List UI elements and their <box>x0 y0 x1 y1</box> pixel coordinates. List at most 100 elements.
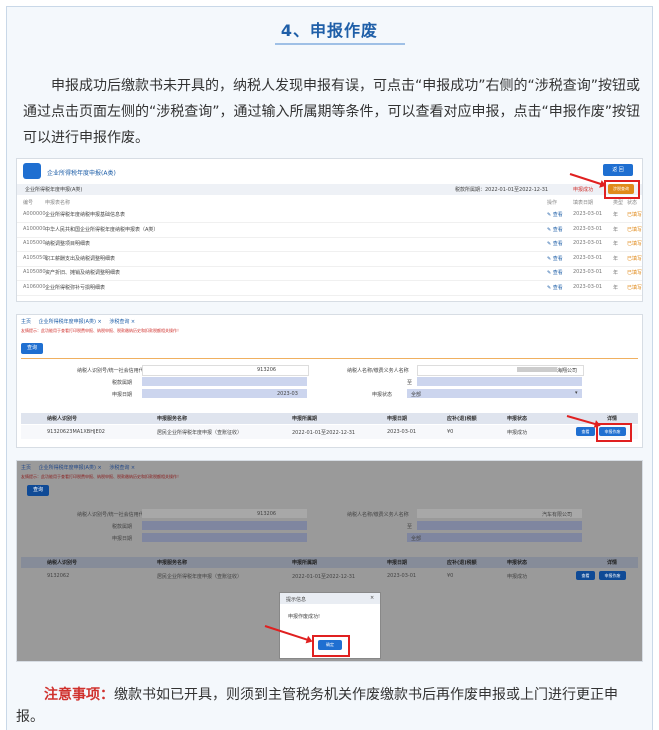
name-value: 海翔公司 <box>557 368 578 374</box>
row-name: 中华人民共和国企业所得税年度纳税申报表（A类） <box>45 226 159 233</box>
briefcase-icon <box>23 163 41 179</box>
view-link[interactable]: ✎ 查看 <box>547 255 563 262</box>
column-header: 详情 <box>607 560 618 566</box>
note-label: 注意事项： <box>44 687 114 703</box>
view-link[interactable]: ✎ 查看 <box>547 226 563 233</box>
period-end-input[interactable] <box>417 521 582 530</box>
query-button[interactable]: 查询 <box>27 485 49 496</box>
state-select[interactable] <box>407 533 582 542</box>
row-state: 已填写 <box>627 255 643 262</box>
subtitle-bar <box>17 184 642 195</box>
row-state: 已填写 <box>627 212 643 218</box>
taxid-label: 纳税人识别号/统一社会信用代码 <box>77 512 149 518</box>
void-declaration-button[interactable]: 申报作废 <box>599 571 626 580</box>
column-header: 详情 <box>607 416 618 422</box>
state-select[interactable] <box>407 389 582 398</box>
screenshot-tax-query: 主页 企业所得税年度申报(A类) × 涉税查询 × 友情提示：此功能用于查看打印… <box>16 314 643 448</box>
state-value: 全部 <box>411 392 422 398</box>
view-link[interactable]: ✎ 查看 <box>547 269 563 276</box>
column-header: 应补(退)税额 <box>447 416 477 422</box>
view-link[interactable]: ✎ 查看 <box>547 211 563 218</box>
close-icon[interactable]: × <box>370 595 374 601</box>
tab-home[interactable]: 主页 <box>21 319 31 325</box>
divider <box>21 358 638 359</box>
row-code: A000000 <box>23 211 46 217</box>
row-type: 年 <box>613 284 619 291</box>
view-button[interactable]: 查看 <box>576 571 595 580</box>
date-input[interactable] <box>142 533 307 542</box>
tab-annual-declaration[interactable]: 企业所得税年度申报(A类) × <box>39 319 102 325</box>
table-header-bar <box>21 413 638 424</box>
row-cell: 申报成功 <box>507 574 528 580</box>
to-label: 至 <box>407 380 413 386</box>
column-header: 填表日期 <box>573 200 594 206</box>
row-code: A100000 <box>23 225 46 232</box>
query-button[interactable]: 查询 <box>21 343 43 354</box>
taxtype-label: 税款属期 <box>112 380 133 386</box>
column-header: 申报服务名称 <box>157 560 188 566</box>
back-button[interactable]: 返 回 <box>603 164 633 176</box>
column-header: 申报日期 <box>387 416 408 422</box>
date-label: 申报日期 <box>112 392 133 398</box>
to-label: 至 <box>407 524 413 530</box>
tab-annual-declaration[interactable]: 企业所得税年度申报(A类) × <box>39 465 102 471</box>
note-paragraph: 注意事项：缴款书如已开具，则须到主管税务机关作废缴款书后再作废申报或上门进行更正… <box>16 684 641 728</box>
column-header: 编号 <box>23 200 34 206</box>
chevron-down-icon: ▾ <box>575 390 578 396</box>
dialog-title: 提示信息 <box>286 597 307 603</box>
column-header: 申报表名称 <box>45 200 71 206</box>
row-cell: ¥0 <box>447 573 454 579</box>
column-header: 申报日期 <box>387 560 408 566</box>
tab-tax-query[interactable]: 涉税查询 × <box>109 319 135 325</box>
period-end-input[interactable] <box>417 377 582 386</box>
row-cell: 2022-01-01至2022-12-31 <box>292 430 356 436</box>
name-label: 纳税人名称/缴费义务人名称 <box>347 512 409 518</box>
row-type: 年 <box>613 255 619 262</box>
state-label: 申报状态 <box>372 392 393 398</box>
row-type: 年 <box>613 226 619 233</box>
view-button[interactable]: 查看 <box>576 427 595 436</box>
view-link[interactable]: ✎ 查看 <box>547 284 563 291</box>
row-cell: 2022-01-01至2022-12-31 <box>292 574 356 580</box>
period-start-input[interactable] <box>142 377 307 386</box>
row-state: 已填写 <box>627 270 643 276</box>
tab-home[interactable]: 主页 <box>21 465 31 471</box>
state-value: 全部 <box>411 536 422 542</box>
row-name: 企业所得税弥补亏损明细表 <box>45 284 106 291</box>
period-start-input[interactable] <box>142 521 307 530</box>
warning-text: 友情提示：此功能用于查看打印税费申报、纳税申报、税款缴纳历史和扣款税额相关操作！ <box>21 328 181 333</box>
column-header: 应补(退)税额 <box>447 560 477 566</box>
column-header: 状态 <box>627 200 638 206</box>
redaction-bar <box>517 367 557 372</box>
highlight-box <box>596 423 632 442</box>
column-header: 纳税人识别号 <box>47 416 78 422</box>
table-header-bar <box>21 557 638 568</box>
screenshot-void-confirm: 主页 企业所得税年度申报(A类) × 涉税查询 × 友情提示：此功能用于查看打印… <box>16 460 643 662</box>
row-cell: 居民企业所得税年度申报（查账征收） <box>157 430 243 436</box>
view-link[interactable]: ✎ 查看 <box>547 240 563 247</box>
row-name: 企业所得税年度纳税申报基础信息表 <box>45 212 126 218</box>
row-date: 2023-03-01 <box>573 283 603 290</box>
column-header: 操作 <box>547 200 558 206</box>
taxid-value: 913206 <box>257 511 277 517</box>
date-label: 申报日期 <box>112 536 133 542</box>
column-header: 类型 <box>613 200 624 206</box>
highlight-box <box>604 180 640 199</box>
taxid-input[interactable] <box>142 365 309 376</box>
row-date: 2023-03-01 <box>573 225 603 232</box>
row-cell: 申报成功 <box>507 430 528 436</box>
form-header: 企业所得税年度申报(A类) <box>47 170 116 177</box>
column-header: 申报服务名称 <box>157 416 188 422</box>
row-name: 职工薪酬支出及纳税调整明细表 <box>45 255 116 262</box>
row-code: A105000 <box>23 240 46 246</box>
highlight-box <box>312 635 350 657</box>
row-date: 2023-03-01 <box>573 211 603 217</box>
tab-tax-query[interactable]: 涉税查询 × <box>109 465 135 471</box>
column-header: 纳税人识别号 <box>47 560 78 566</box>
row-name: 纳税调整项目明细表 <box>45 241 91 247</box>
column-header: 申报状态 <box>507 560 528 566</box>
title-underline <box>275 43 405 45</box>
row-name: 资产折旧、摊销及纳税调整明细表 <box>45 270 121 276</box>
taxid-value: 913206 <box>257 367 277 373</box>
taxid-input[interactable] <box>142 509 307 518</box>
